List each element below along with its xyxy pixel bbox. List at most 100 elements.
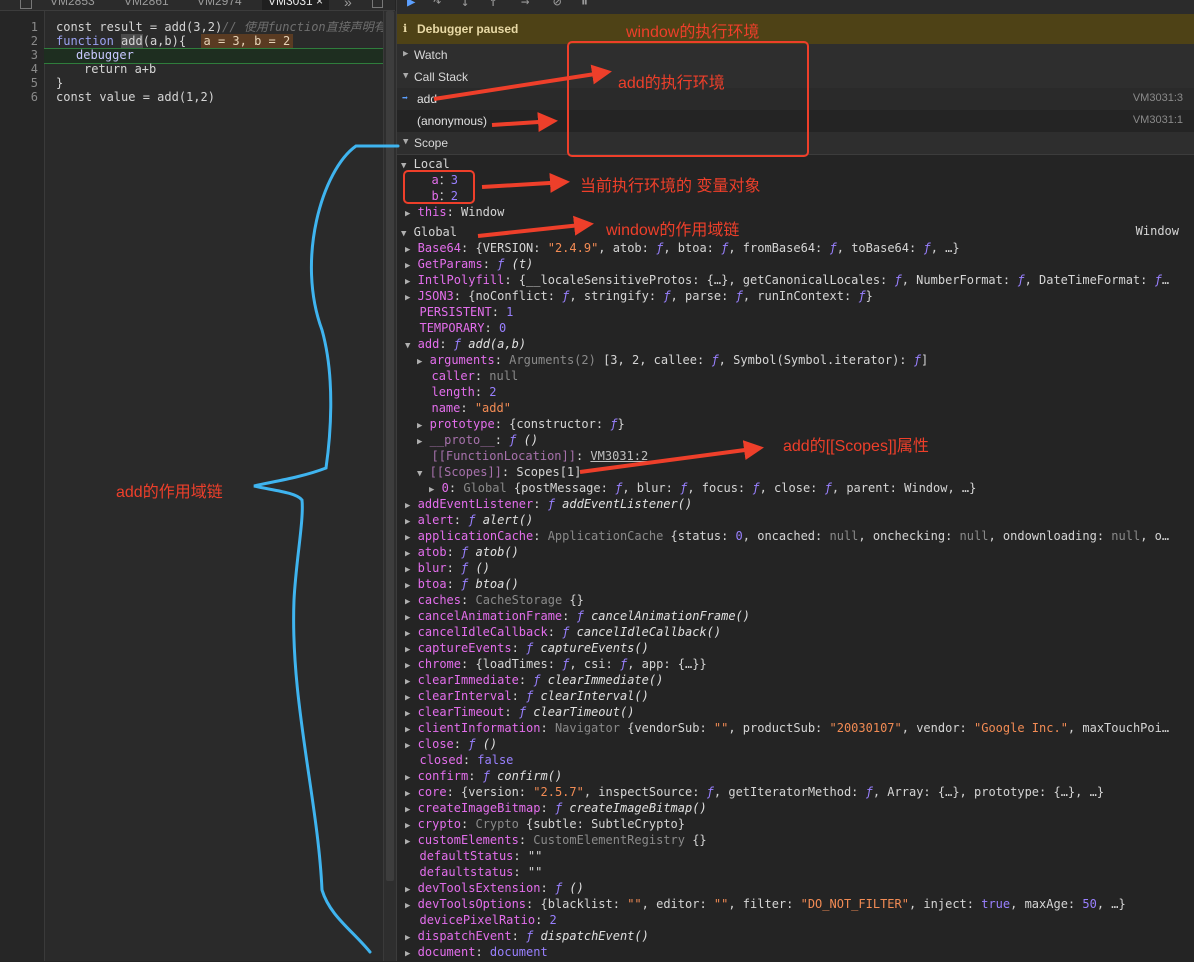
watch-label: Watch xyxy=(414,48,448,62)
property-value: : xyxy=(518,833,534,847)
property-key: __proto__ xyxy=(429,433,495,447)
property-value: ApplicationCache xyxy=(547,529,664,543)
property-key: document xyxy=(417,945,476,959)
close-tab-icon[interactable]: × xyxy=(316,0,323,8)
property-value: [3, 2, callee: xyxy=(595,353,712,367)
property-value: addEventListener() xyxy=(554,497,693,511)
property-value: ƒ xyxy=(547,497,555,511)
editor-scrollbar[interactable] xyxy=(383,11,396,961)
property-key: defaultstatus xyxy=(419,865,514,879)
property-key: devicePixelRatio xyxy=(419,913,536,927)
current-frame-icon: ➡ xyxy=(402,93,409,104)
scope-property-row[interactable]: ▶ clientInformation: Navigator {vendorSu… xyxy=(405,720,1169,738)
property-value: : xyxy=(504,705,519,719)
property-value: , Symbol(Symbol.iterator): xyxy=(718,353,914,367)
property-key: defaultStatus xyxy=(419,849,514,863)
scope-property-row[interactable]: ▶ this: Window xyxy=(405,204,504,222)
line-number[interactable]: 3 xyxy=(31,48,38,62)
scope-property-row[interactable]: ▶ document: document xyxy=(405,944,548,962)
tab-vm2974[interactable]: VM2974 xyxy=(197,0,242,8)
scope-property-row[interactable]: ▶ applicationCache: ApplicationCache {st… xyxy=(405,528,1169,546)
indent-gap xyxy=(410,737,417,751)
property-value: 3 xyxy=(450,173,458,187)
property-value: captureEvents() xyxy=(533,641,649,655)
indent-gap xyxy=(410,625,417,639)
property-value: , inject: xyxy=(908,897,982,911)
property-value: : xyxy=(540,801,555,815)
line-number[interactable]: 2 xyxy=(31,34,38,48)
code-function-name: add xyxy=(121,34,143,48)
code-editor[interactable]: 1 2 3 4 5 6 const result = add(3,2)// 使用… xyxy=(0,11,396,961)
property-key: close xyxy=(417,737,454,751)
property-key: Base64 xyxy=(417,241,462,255)
tab-vm2861[interactable]: VM2861 xyxy=(124,0,169,8)
property-key: clearImmediate xyxy=(417,673,519,687)
property-value: 0 xyxy=(498,321,507,335)
watch-section-header[interactable]: ▶ Watch xyxy=(397,44,1194,67)
frame-location[interactable]: VM3031:3 xyxy=(1133,92,1183,104)
scrollbar-thumb[interactable] xyxy=(386,11,394,881)
toggle-debugger-icon[interactable] xyxy=(372,0,383,8)
tab-overflow-icon[interactable]: » xyxy=(344,0,352,10)
property-value: ƒ xyxy=(752,481,760,495)
property-key: devToolsExtension xyxy=(417,881,541,895)
property-key: caches xyxy=(417,593,462,607)
property-value: , fromBase64: xyxy=(728,241,830,255)
resume-icon[interactable]: ▶ xyxy=(407,0,415,10)
property-value: ƒ xyxy=(923,241,931,255)
code-line-4: return a+b xyxy=(84,62,157,76)
step-into-icon[interactable]: ↓ xyxy=(461,0,469,10)
debugger-toolbar: ▶ ↷ ↓ ↑ → ⊘ ⏸ xyxy=(397,0,1194,14)
chevron-down-icon: ▼ xyxy=(403,71,409,81)
step-icon[interactable]: → xyxy=(521,0,529,10)
property-key: name xyxy=(431,401,461,415)
property-key: alert xyxy=(417,513,454,527)
property-value: ƒ xyxy=(453,337,462,351)
callstack-section-header[interactable]: ▼ Call Stack xyxy=(397,66,1194,89)
pause-on-exceptions-icon[interactable]: ⏸ xyxy=(581,0,588,10)
property-value: ƒ xyxy=(735,289,743,303)
tab-vm3031[interactable]: VM3031 × xyxy=(262,0,330,10)
property-key: confirm xyxy=(417,769,469,783)
step-over-icon[interactable]: ↷ xyxy=(433,0,441,10)
property-value: null xyxy=(829,529,859,543)
line-number[interactable]: 6 xyxy=(31,90,38,104)
property-value: atob() xyxy=(468,545,519,559)
call-frame-add[interactable]: ➡ add VM3031:3 xyxy=(397,88,1194,110)
property-key: customElements xyxy=(417,833,519,847)
line-number[interactable]: 5 xyxy=(31,76,38,90)
property-value: : xyxy=(461,817,476,831)
sidebar-toggle-icon[interactable] xyxy=(20,0,32,9)
line-number[interactable]: 1 xyxy=(31,20,38,34)
property-value: () xyxy=(562,881,584,895)
paused-label: Debugger paused xyxy=(417,22,519,36)
call-frame-anonymous[interactable]: (anonymous) VM3031:1 xyxy=(397,110,1194,132)
line-number-gutter: 1 2 3 4 5 6 xyxy=(0,11,45,961)
property-key: atob xyxy=(417,545,447,559)
tab-label: VM3031 xyxy=(268,0,313,8)
property-value: : xyxy=(448,481,464,495)
property-key: devToolsOptions xyxy=(417,897,527,911)
property-value: ƒ xyxy=(829,241,837,255)
tab-vm2853[interactable]: VM2853 xyxy=(50,0,95,8)
frame-location[interactable]: VM3031:1 xyxy=(1133,114,1183,126)
property-value: alert() xyxy=(475,513,534,527)
property-value: null xyxy=(489,369,519,383)
property-value: : {noConflict: xyxy=(453,289,563,303)
property-value: : xyxy=(511,929,527,943)
source-tab-bar: VM2853 VM2861 VM2974 VM3031 × » xyxy=(0,0,395,11)
property-value: ƒ xyxy=(1017,273,1025,287)
line-number[interactable]: 4 xyxy=(31,62,38,76)
property-value: ] xyxy=(920,353,929,367)
property-key: [[FunctionLocation]] xyxy=(431,449,576,463)
property-value: : {loadTimes: xyxy=(461,657,563,671)
chevron-right-icon: ▶ xyxy=(403,49,409,59)
step-out-icon[interactable]: ↑ xyxy=(489,0,497,10)
property-key: a xyxy=(431,173,439,187)
property-value: ： xyxy=(438,189,451,203)
indent-gap xyxy=(410,769,417,783)
scope-section-header[interactable]: ▼ Scope xyxy=(397,132,1194,155)
deactivate-breakpoints-icon[interactable]: ⊘ xyxy=(553,0,561,10)
frame-name: add xyxy=(417,92,438,106)
property-value: , focus: xyxy=(687,481,753,495)
